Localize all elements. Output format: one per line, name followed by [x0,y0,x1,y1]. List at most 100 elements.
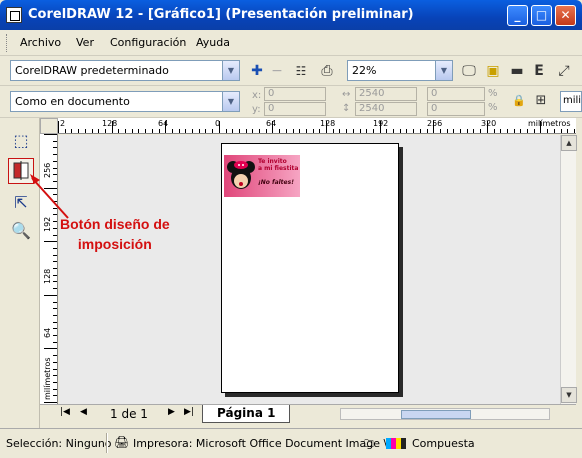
x-field[interactable]: 0 [264,87,326,101]
grid-icon[interactable]: ⊞ [532,92,550,110]
preview-page[interactable]: Te invito a mi fiestita ¡No faltes! [221,143,399,393]
ruler-unit-label: milímetros [528,119,571,128]
ruler-tick [53,308,57,310]
ruler-tick [426,129,428,133]
lock-icon[interactable]: 🔒 [510,92,528,110]
ruler-tick [486,121,488,133]
ruler-tick [500,129,502,133]
monitor-icon[interactable]: 🖵 [460,62,478,80]
ruler-tick [305,129,307,133]
letter-e-icon[interactable]: E [530,62,548,80]
print-icon[interactable]: ⎙ [318,62,336,80]
preview-canvas[interactable]: Te invito a mi fiestita ¡No faltes! [59,135,560,404]
menu-ver[interactable]: Ver [76,36,94,49]
app-icon[interactable] [6,7,22,23]
ruler-tick [53,281,57,283]
minimize-button[interactable]: _ [507,5,528,26]
zoom-value: 22% [352,64,377,77]
ruler-tick [44,134,57,135]
ruler-tick [232,129,234,133]
ruler-tick [245,129,247,133]
preset-value: CorelDRAW predeterminado [15,64,169,77]
horizontal-scrollbar[interactable] [340,408,550,420]
ruler-tick [111,121,113,133]
ruler-tick [165,121,167,133]
ruler-tick [372,129,374,133]
invitation-graphic[interactable]: Te invito a mi fiestita ¡No faltes! [224,155,300,197]
scroll-up-icon[interactable]: ▲ [561,135,577,151]
y-label: y: [252,104,261,115]
position-select[interactable]: Como en documento ▼ [10,91,240,112]
menu-configuracion[interactable]: Configuración [110,36,186,49]
menu-archivo[interactable]: Archivo [20,36,61,49]
menu-grip[interactable] [6,34,9,52]
chevron-down-icon[interactable]: ▼ [222,92,239,111]
ruler-label: 320 [481,119,497,128]
scale-x-field[interactable]: 0 [427,87,485,101]
ruler-tick [413,129,415,133]
scroll-thumb[interactable] [401,410,471,419]
zoom-select[interactable]: 22% ▼ [347,60,453,81]
ruler-tick [493,129,495,133]
scale-y-field[interactable]: 0 [427,102,485,116]
ruler-tick [573,129,575,133]
ruler-label: 192 [373,119,389,128]
ruler-label: 128 [320,119,336,128]
units-select[interactable]: mili [560,91,582,112]
height-field[interactable]: 2540 [355,102,417,116]
ruler-tick [540,121,542,133]
ruler-tick [53,254,57,256]
chevron-down-icon[interactable]: ▼ [222,61,239,80]
ruler-tick [53,140,57,142]
chevron-down-icon[interactable]: ▼ [435,61,452,80]
plus-icon[interactable]: ✚ [248,62,266,80]
scroll-down-icon[interactable]: ▼ [561,387,577,403]
ruler-tick [78,129,80,133]
ruler-tick [53,147,57,149]
invite-text-line2: a mi fiestita [258,165,299,172]
ruler-tick [53,361,57,363]
ruler-tick [53,341,57,343]
ruler-tick [527,129,528,133]
menu-ayuda[interactable]: Ayuda [196,36,230,49]
ruler-tick [480,129,482,133]
expand-icon[interactable]: ⤢ [555,62,573,80]
ruler-tick [312,129,314,133]
next-page-icon[interactable]: ▶ [168,407,175,417]
ruler-tick [131,129,133,133]
film-icon[interactable]: ▬ [508,62,526,80]
options-icon[interactable]: ☷ [292,62,310,80]
ruler-tick [104,129,106,133]
ruler-tick [53,355,57,357]
ruler-tick [192,129,193,133]
status-bar: Selección: Ninguno 🖨 Impresora: Microsof… [0,428,582,458]
position-value: Como en documento [15,95,130,108]
page-tab[interactable]: Página 1 [202,405,291,423]
page-counter: 1 de 1 [110,407,148,421]
ruler-tick [44,402,57,403]
width-field[interactable]: 2540 [355,87,417,101]
ruler-tick [84,129,86,133]
ruler-tick [386,129,388,133]
preset-select[interactable]: CorelDRAW predeterminado ▼ [10,60,240,81]
last-page-icon[interactable]: ▶| [184,407,194,417]
close-button[interactable]: ✕ [555,5,576,26]
ruler-corner[interactable] [40,118,58,134]
ruler-tick [53,335,57,336]
ruler-tick [125,129,126,133]
ruler-tick [439,129,441,133]
annotation-label: Botón diseño de imposición [60,214,170,254]
minus-icon[interactable]: − [268,62,286,80]
first-page-icon[interactable]: |◀ [60,407,70,417]
ruler-tick [393,129,394,133]
previous-page-icon[interactable]: ◀ [80,407,87,417]
color-separation-icon[interactable]: ▣ [484,62,502,80]
y-field[interactable]: 0 [264,102,326,116]
page-navigation-bar: |◀ ◀ 1 de 1 ▶ ▶| Página 1 [40,404,576,423]
ruler-tick [53,288,57,290]
maximize-button[interactable]: □ [531,5,552,26]
vertical-scrollbar[interactable]: ▲ ▼ [560,135,577,404]
ruler-tick [44,241,57,243]
printer-icon: 🖨 [114,435,130,449]
ruler-tick [238,129,240,133]
